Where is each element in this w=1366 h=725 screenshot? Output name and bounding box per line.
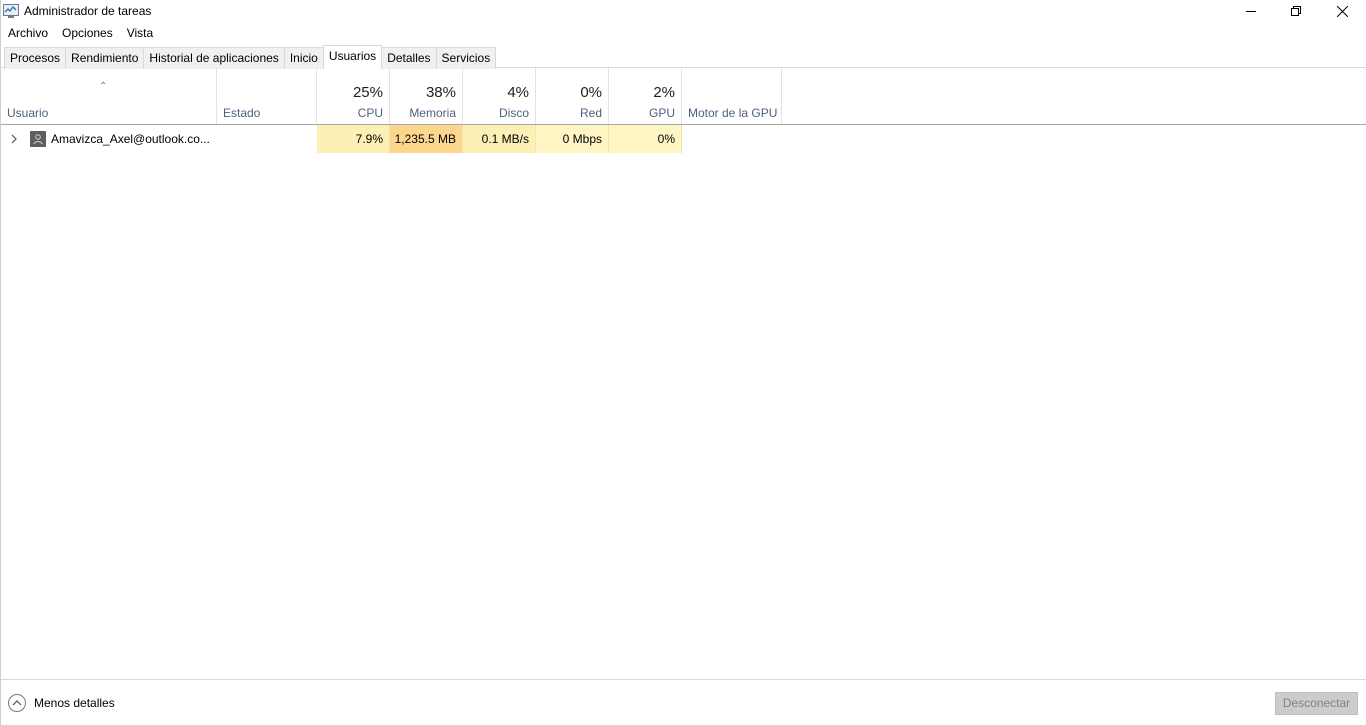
table-row[interactable]: Amavizca_Axel@outlook.co... 7.9% 1,235.5… — [1, 125, 1366, 153]
column-label-state: Estado — [223, 106, 261, 120]
column-label-network: Red — [579, 106, 602, 120]
column-label-disk: Disco — [498, 106, 529, 120]
cell-network: 0 Mbps — [536, 125, 609, 153]
tab-rendimiento[interactable]: Rendimiento — [65, 47, 145, 69]
close-icon — [1336, 5, 1348, 17]
restore-icon — [1291, 6, 1301, 16]
column-header-memory[interactable]: 38% Memoria — [390, 68, 463, 124]
gpu-total-percent: 2% — [653, 84, 675, 101]
tab-strip: Procesos Rendimiento Historial de aplica… — [4, 45, 497, 69]
minimize-button[interactable] — [1228, 0, 1274, 22]
disconnect-button[interactable]: Desconectar — [1275, 692, 1358, 715]
close-button[interactable] — [1319, 0, 1365, 22]
chevron-up-icon — [8, 694, 26, 712]
cell-gpu: 0% — [609, 125, 682, 153]
column-label-gpu-engine: Motor de la GPU — [688, 106, 778, 120]
disk-total-percent: 4% — [507, 84, 529, 101]
less-details-label: Menos detalles — [34, 696, 115, 710]
column-label-user: Usuario — [7, 106, 49, 120]
memory-total-percent: 38% — [425, 84, 456, 101]
cell-state — [217, 125, 317, 153]
network-total-percent: 0% — [580, 84, 602, 101]
column-label-gpu: GPU — [648, 106, 675, 120]
cell-cpu: 7.9% — [317, 125, 390, 153]
column-label-memory: Memoria — [409, 106, 456, 120]
column-header-user[interactable]: ⌃ Usuario — [1, 68, 217, 124]
title-bar: Administrador de tareas — [1, 0, 1366, 22]
menu-vista[interactable]: Vista — [120, 24, 160, 42]
sort-ascending-icon: ⌃ — [99, 81, 108, 92]
column-header-gpu[interactable]: 2% GPU — [609, 68, 682, 124]
cell-memory: 1,235.5 MB — [390, 125, 463, 153]
menu-archivo[interactable]: Archivo — [1, 24, 55, 42]
column-header-row: ⌃ Usuario Estado 25% CPU 38% Memoria 4% … — [1, 68, 1366, 125]
column-header-disk[interactable]: 4% Disco — [463, 68, 536, 124]
cell-disk: 0.1 MB/s — [463, 125, 536, 153]
user-name: Amavizca_Axel@outlook.co... — [51, 132, 210, 146]
column-header-gpu-engine[interactable]: Motor de la GPU — [682, 68, 782, 124]
footer-divider — [1, 679, 1366, 680]
user-icon — [30, 131, 46, 147]
less-details-button[interactable]: Menos detalles — [8, 694, 115, 712]
column-header-state[interactable]: Estado — [217, 68, 317, 124]
tab-usuarios[interactable]: Usuarios — [322, 45, 383, 69]
column-header-network[interactable]: 0% Red — [536, 68, 609, 124]
cell-gpu-engine — [682, 125, 782, 153]
tab-servicios[interactable]: Servicios — [435, 47, 497, 69]
cpu-total-percent: 25% — [352, 84, 383, 101]
tab-historial[interactable]: Historial de aplicaciones — [143, 47, 285, 69]
menu-bar: Archivo Opciones Vista — [1, 24, 160, 42]
task-manager-window: Administrador de tareas Archivo Opciones… — [0, 0, 1366, 725]
menu-opciones[interactable]: Opciones — [55, 24, 120, 42]
chevron-right-icon[interactable] — [9, 132, 19, 146]
tab-procesos[interactable]: Procesos — [4, 47, 67, 69]
tab-inicio[interactable]: Inicio — [283, 47, 324, 69]
column-header-cpu[interactable]: 25% CPU — [317, 68, 390, 124]
column-label-cpu: CPU — [357, 106, 383, 120]
task-manager-icon — [3, 4, 19, 18]
minimize-icon — [1246, 11, 1256, 12]
restore-button[interactable] — [1273, 0, 1319, 22]
window-title: Administrador de tareas — [24, 4, 152, 18]
tab-detalles[interactable]: Detalles — [381, 47, 437, 69]
